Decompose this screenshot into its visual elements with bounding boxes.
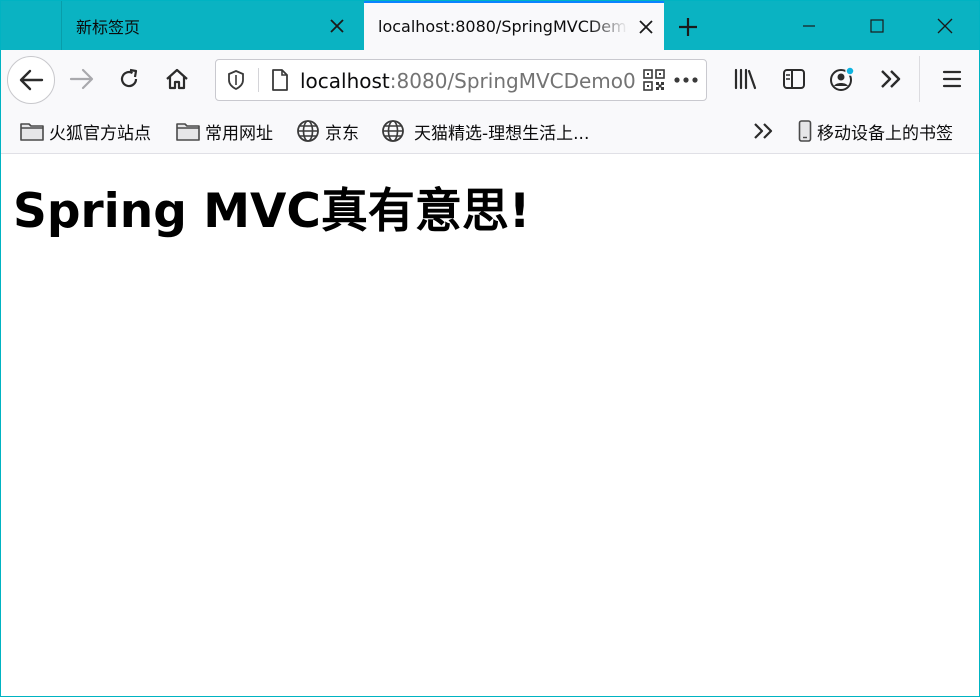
- globe-icon: [295, 119, 321, 143]
- mobile-bookmarks-folder[interactable]: 移动设备上的书签: [795, 117, 953, 145]
- page-info-icon[interactable]: [268, 68, 292, 92]
- minimize-icon: [803, 24, 815, 27]
- bookmark-label: 天猫精选-理想生活上...: [414, 123, 590, 144]
- bookmark-tmall[interactable]: 天猫精选-理想生活上...: [380, 117, 589, 145]
- browser-window: 新标签页 localhost:8080/SpringMVCDemo0 local…: [0, 0, 980, 697]
- bookmark-folder-firefox[interactable]: 火狐官方站点: [19, 117, 151, 145]
- tab-title: 新标签页: [76, 17, 141, 37]
- library-button[interactable]: [725, 58, 767, 100]
- folder-icon: [175, 119, 201, 143]
- bookmarks-overflow-button[interactable]: [751, 117, 781, 145]
- home-button[interactable]: [156, 58, 198, 100]
- bookmarks-toolbar: 火狐官方站点 常用网址 京东 天猫精选-理想生活上... 移动设备上的书签: [1, 109, 979, 154]
- home-icon: [166, 68, 188, 90]
- folder-icon: [19, 119, 45, 143]
- url-host: localhost: [300, 69, 390, 93]
- reload-icon: [120, 68, 138, 88]
- tab-title: localhost:8080/SpringMVCDemo0: [378, 17, 628, 36]
- tracking-protection-shield-icon[interactable]: [224, 68, 248, 92]
- bookmark-folder-common[interactable]: 常用网址: [175, 117, 273, 145]
- sidebar-icon: [783, 69, 805, 89]
- reload-button[interactable]: [108, 58, 150, 100]
- close-tab-icon[interactable]: [319, 8, 355, 44]
- page-content: Spring MVC真有意思!: [1, 154, 979, 696]
- globe-icon: [380, 119, 406, 143]
- new-tab-button[interactable]: [670, 9, 706, 45]
- arrow-right-icon: [69, 68, 94, 90]
- bookmark-label: 京东: [325, 123, 359, 144]
- url-text[interactable]: localhost:8080/SpringMVCDemo0: [300, 69, 640, 93]
- bookmark-label: 常用网址: [205, 123, 273, 144]
- address-bar-divider: [258, 68, 259, 92]
- page-heading: Spring MVC真有意思!: [13, 184, 531, 239]
- url-path: :8080/SpringMVCDemo0: [389, 69, 636, 93]
- overflow-menu-button[interactable]: [870, 58, 912, 100]
- toolbar-divider: [919, 56, 920, 102]
- navigation-toolbar: localhost:8080/SpringMVCDemo0: [1, 50, 979, 109]
- arrow-left-icon: [19, 69, 44, 91]
- maximize-icon: [870, 18, 884, 33]
- close-icon: [937, 18, 953, 33]
- chevrons-right-icon: [751, 119, 777, 143]
- mobile-device-icon: [795, 119, 815, 143]
- library-icon: [734, 68, 757, 90]
- address-bar[interactable]: localhost:8080/SpringMVCDemo0: [215, 59, 707, 101]
- close-tab-icon[interactable]: [628, 9, 664, 45]
- minimize-button[interactable]: [776, 1, 842, 50]
- app-menu-button[interactable]: [931, 58, 973, 100]
- chevrons-right-icon: [881, 70, 901, 88]
- bookmark-label: 移动设备上的书签: [817, 123, 953, 144]
- bookmark-jd[interactable]: 京东: [295, 117, 359, 145]
- tab-localhost[interactable]: localhost:8080/SpringMVCDemo0: [364, 1, 664, 50]
- plus-icon: [679, 18, 697, 36]
- back-button[interactable]: [7, 56, 55, 104]
- tab-new-tab[interactable]: 新标签页: [61, 1, 361, 50]
- forward-button[interactable]: [61, 58, 103, 100]
- hamburger-menu-icon: [942, 70, 962, 88]
- bookmark-label: 火狐官方站点: [49, 123, 151, 144]
- tab-bar: 新标签页 localhost:8080/SpringMVCDemo0: [1, 1, 979, 50]
- page-actions-more-icon[interactable]: [672, 68, 700, 92]
- sidebar-button[interactable]: [773, 58, 815, 100]
- account-button[interactable]: [821, 58, 863, 100]
- qr-code-icon[interactable]: [642, 68, 666, 92]
- account-icon: [830, 66, 855, 91]
- maximize-button[interactable]: [844, 1, 910, 50]
- close-window-button[interactable]: [912, 1, 978, 50]
